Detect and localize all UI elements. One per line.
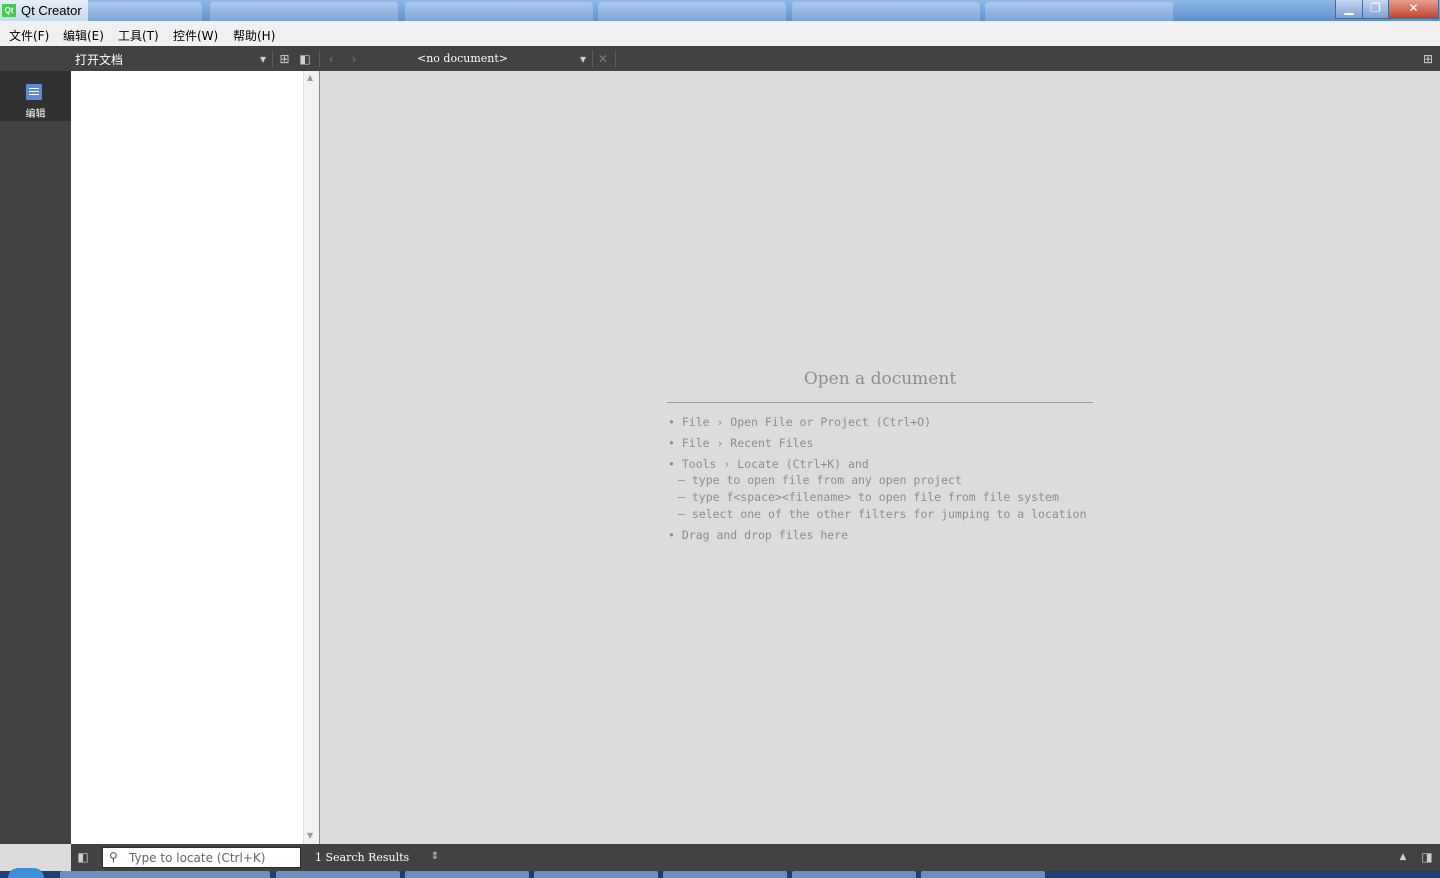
search-results-tab[interactable]: 1 Search Results [315,851,409,864]
locator-input[interactable] [129,850,299,865]
background-tab [985,2,1173,21]
toggle-sidebar-icon[interactable]: ◧ [76,850,90,864]
mode-edit-label: 编辑 [25,109,46,120]
search-icon: ⚲ [109,850,118,864]
edit-document-icon [26,84,42,100]
vertical-scrollbar[interactable]: ▲ ▼ [303,71,320,844]
toolbar-separator [615,50,616,67]
locator[interactable]: ⚲ [102,847,301,868]
heading-divider [667,402,1093,403]
editor-area[interactable] [320,71,1440,844]
open-document-heading: Open a document [803,369,957,389]
menu-edit[interactable]: 编辑(E) [63,27,104,44]
close-document-icon[interactable]: ✕ [596,52,610,66]
split-editor-icon[interactable]: ⊞ [1420,52,1436,66]
go-back-icon[interactable]: ‹ [324,52,338,66]
minimize-button[interactable]: ▁ [1335,0,1363,19]
split-icon[interactable]: ⊞ [277,52,292,66]
menu-bar: 文件(F) 编辑(E) 工具(T) 控件(W) 帮助(H) [0,21,1440,46]
close-button[interactable]: ✕ [1388,0,1439,19]
qt-logo-icon: Qt [2,4,16,17]
chevron-down-icon[interactable]: ▾ [257,52,269,66]
tip-locate-filesystem: – type f<space><filename> to open file f… [678,490,1059,504]
window-title: Qt Creator [21,3,82,18]
close-sidebar-icon[interactable]: ◧ [298,52,312,66]
toolbar-separator [592,50,593,67]
taskbar-button[interactable] [276,871,400,878]
background-tab [210,2,398,21]
start-button[interactable] [8,868,44,878]
tip-locate-filters: – select one of the other filters for ju… [678,507,1087,521]
up-down-arrows-icon[interactable]: ⇕ [429,850,441,864]
menu-tools[interactable]: 工具(T) [118,27,159,44]
chevron-down-icon[interactable]: ▾ [577,52,589,66]
open-documents-title[interactable]: 打开文档 [75,51,123,68]
menu-file[interactable]: 文件(F) [9,27,49,44]
tip-locate: • Tools › Locate (Ctrl+K) and [668,457,869,471]
background-tab [792,2,980,21]
scroll-up-icon[interactable]: ▲ [307,73,313,82]
background-tab [598,2,786,21]
tip-open-file: • File › Open File or Project (Ctrl+O) [668,415,932,429]
taskbar-button[interactable] [534,871,658,878]
chevron-up-icon[interactable]: ▲ [1397,850,1409,864]
menu-widgets[interactable]: 控件(W) [173,27,218,44]
go-forward-icon[interactable]: › [347,52,361,66]
toolbar-separator [272,50,273,67]
taskbar-button[interactable] [663,871,787,878]
scroll-down-icon[interactable]: ▼ [307,831,313,840]
taskbar-button[interactable] [60,871,270,878]
open-documents-list[interactable] [71,71,303,844]
title-bar [0,0,1440,21]
background-tab [405,2,593,21]
document-combo[interactable]: <no document> [417,52,508,65]
menu-help[interactable]: 帮助(H) [233,27,275,44]
taskbar-button[interactable] [921,871,1045,878]
tip-recent-files: • File › Recent Files [668,436,814,450]
restore-button[interactable]: ❐ [1362,0,1389,19]
mode-sidebar [0,46,71,844]
tip-drag-drop: • Drag and drop files here [668,528,849,542]
toggle-output-pane-icon[interactable]: ◨ [1420,850,1434,864]
toolbar-separator [319,50,320,67]
taskbar-button[interactable] [792,871,916,878]
taskbar-button[interactable] [405,871,529,878]
tip-locate-project: – type to open file from any open projec… [678,473,962,487]
